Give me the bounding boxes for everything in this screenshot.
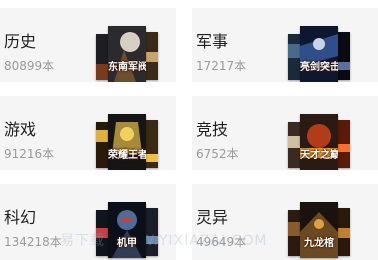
category-name: 历史	[4, 32, 37, 51]
category-card-military[interactable]: 军事 17217本 亮剑突击队	[192, 8, 378, 82]
category-name: 军事	[196, 32, 229, 51]
book-cover-front: 亮剑突击队	[300, 26, 338, 82]
category-name: 游戏	[4, 120, 37, 139]
category-card-supernatural[interactable]: 灵异 49649本 九龙棺	[192, 184, 378, 260]
book-cover-front: 九龙棺	[300, 202, 338, 258]
book-cover-title: 天才之巅	[300, 150, 338, 161]
category-card-games[interactable]: 游戏 91216本 荣耀王者	[0, 96, 176, 170]
book-cover-front: 机甲	[108, 202, 146, 258]
book-cover-front: 东南军阀	[108, 26, 146, 82]
category-count: 134218本	[4, 235, 62, 249]
book-cover-title: 东南军阀	[108, 62, 146, 73]
category-name: 科幻	[4, 208, 37, 227]
category-count: 80899本	[4, 59, 55, 73]
book-cover-front: 荣耀王者	[108, 114, 146, 170]
book-cover-title: 亮剑突击队	[300, 62, 338, 73]
book-covers: 亮剑突击队	[288, 26, 350, 82]
book-cover-title: 机甲	[117, 238, 137, 249]
category-count: 6752本	[196, 147, 239, 161]
book-covers: 天才之巅	[288, 114, 350, 170]
book-cover-title: 荣耀王者	[108, 150, 146, 161]
category-card-sports[interactable]: 竞技 6752本 天才之巅	[192, 96, 378, 170]
category-grid: 历史 80899本 东南军阀 军事 17217本 亮剑突击队	[0, 0, 378, 260]
category-card-scifi[interactable]: 科幻 134218本 机甲	[0, 184, 176, 260]
book-covers: 机甲	[96, 202, 158, 258]
category-name: 灵异	[196, 208, 229, 227]
category-name: 竞技	[196, 120, 229, 139]
category-count: 91216本	[4, 147, 55, 161]
book-cover-front: 天才之巅	[300, 114, 338, 170]
category-count: 49649本	[196, 235, 247, 249]
book-covers: 荣耀王者	[96, 114, 158, 170]
book-covers: 东南军阀	[96, 26, 158, 82]
book-covers: 九龙棺	[288, 202, 350, 258]
book-cover-title: 九龙棺	[304, 238, 334, 249]
category-card-history[interactable]: 历史 80899本 东南军阀	[0, 8, 176, 82]
category-count: 17217本	[196, 59, 247, 73]
